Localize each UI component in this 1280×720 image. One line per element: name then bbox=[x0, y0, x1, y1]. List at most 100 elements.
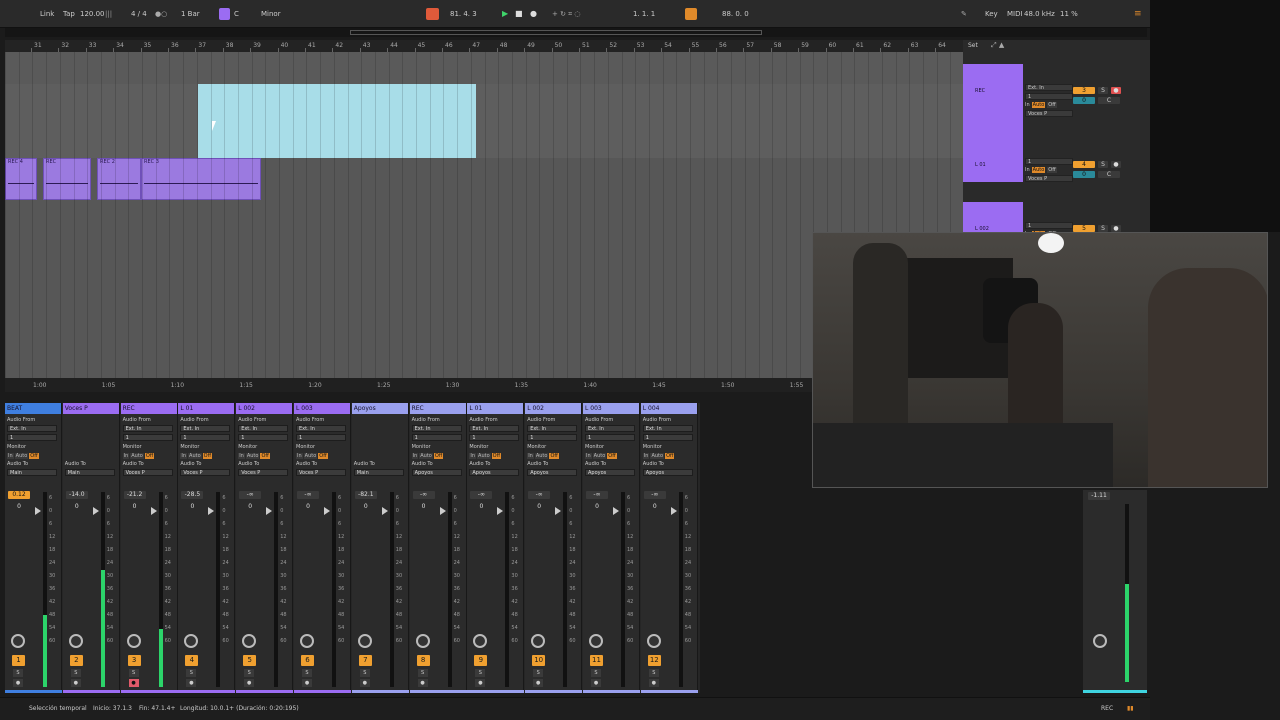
send-knob[interactable] bbox=[357, 634, 372, 648]
input-channel-select[interactable]: 1 bbox=[469, 434, 520, 441]
pan-field[interactable]: 0 bbox=[239, 503, 261, 511]
monitor-in[interactable]: In bbox=[7, 453, 14, 459]
input-channel-select[interactable]: 1 bbox=[238, 434, 289, 441]
track-activator-button[interactable]: 2 bbox=[69, 655, 83, 666]
volume-field[interactable]: -∞ bbox=[528, 491, 551, 499]
pan-field[interactable]: 0 bbox=[355, 503, 377, 511]
fader-handle[interactable] bbox=[670, 507, 677, 515]
output-select[interactable]: Apoyos bbox=[411, 469, 462, 476]
scale-select[interactable]: Minor bbox=[261, 9, 281, 19]
volume-field[interactable]: -∞ bbox=[470, 491, 493, 499]
solo-button[interactable]: S bbox=[302, 669, 312, 677]
pan-field[interactable]: 0 bbox=[470, 503, 492, 511]
pan-field[interactable]: 0 bbox=[413, 503, 435, 511]
monitor-off[interactable]: Off bbox=[29, 453, 39, 459]
track-activator-button[interactable]: 4 bbox=[185, 655, 199, 666]
key-select[interactable]: C bbox=[234, 9, 239, 19]
track-volume[interactable]: 0 bbox=[1073, 171, 1095, 178]
input-type-select[interactable]: Ext. In bbox=[411, 425, 462, 432]
fader-handle[interactable] bbox=[381, 507, 388, 515]
track-activator-button[interactable]: 12 bbox=[647, 655, 661, 666]
track-activator-button[interactable]: 7 bbox=[358, 655, 372, 666]
monitor-auto[interactable]: Auto bbox=[245, 453, 260, 459]
input-channel-select[interactable]: 1 bbox=[180, 434, 231, 441]
fader-handle[interactable] bbox=[497, 507, 504, 515]
record-arm-icon[interactable]: ● bbox=[417, 679, 428, 687]
input-type-select[interactable]: Ext. In bbox=[296, 425, 346, 432]
pan-field[interactable]: 0 bbox=[124, 503, 146, 511]
monitor-in[interactable]: In bbox=[238, 453, 245, 459]
record-arm-icon[interactable]: ● bbox=[648, 679, 659, 687]
output-select[interactable]: Apoyos bbox=[527, 469, 578, 476]
track-pan[interactable]: C bbox=[1098, 97, 1120, 104]
track-activator-button[interactable]: 6 bbox=[301, 655, 314, 666]
fader-handle[interactable] bbox=[92, 507, 99, 515]
track-title-bar[interactable]: L 002 bbox=[525, 403, 582, 414]
track-title-bar[interactable]: REC bbox=[120, 403, 177, 414]
send-knob[interactable] bbox=[589, 634, 603, 648]
monitor-auto[interactable]: Auto bbox=[14, 453, 29, 459]
output-select[interactable]: Apoyos bbox=[642, 469, 693, 476]
solo-button[interactable]: S bbox=[591, 669, 601, 677]
monitor-off[interactable]: Off bbox=[491, 453, 502, 459]
monitor-off[interactable]: Off bbox=[549, 453, 559, 459]
pan-field[interactable]: 0 bbox=[181, 503, 203, 511]
track-activator-button[interactable]: 5 bbox=[243, 655, 257, 666]
audio-clip[interactable]: REC bbox=[43, 158, 91, 200]
monitor-off[interactable]: Off bbox=[1047, 102, 1057, 108]
solo-button[interactable]: S bbox=[1098, 87, 1108, 94]
input-type-select[interactable]: Ext. In bbox=[642, 425, 693, 432]
tempo-field[interactable]: 120.00 bbox=[80, 9, 105, 19]
pin-icon[interactable]: ⤢ ▲ bbox=[991, 41, 1004, 50]
monitor-off[interactable]: Off bbox=[260, 453, 270, 459]
record-arm-icon[interactable]: ● bbox=[1111, 225, 1121, 232]
pan-field[interactable]: 0 bbox=[66, 503, 88, 511]
record-status-label[interactable]: REC bbox=[1101, 705, 1113, 712]
audio-clip[interactable]: REC 3 bbox=[141, 158, 261, 200]
record-arm-icon[interactable]: ● bbox=[70, 679, 81, 687]
track-pan[interactable]: C bbox=[1098, 171, 1120, 178]
monitor-auto[interactable]: Auto bbox=[1031, 167, 1046, 173]
input-type-select[interactable]: Ext. In bbox=[1025, 84, 1073, 91]
record-arm-icon[interactable]: ● bbox=[302, 679, 312, 687]
track-number[interactable]: 5 bbox=[1073, 225, 1095, 232]
monitor-in[interactable]: In bbox=[1025, 167, 1030, 173]
song-position-field[interactable]: 81. 4. 3 bbox=[450, 9, 477, 19]
fader-handle[interactable] bbox=[35, 507, 41, 515]
fader-handle[interactable] bbox=[266, 507, 273, 515]
monitor-auto[interactable]: Auto bbox=[419, 453, 433, 459]
pan-field[interactable]: 0 bbox=[644, 503, 666, 511]
track-title-bar[interactable]: L 004 bbox=[640, 403, 697, 414]
input-type-select[interactable]: Ext. In bbox=[469, 425, 520, 432]
record-arm-icon[interactable]: ● bbox=[186, 679, 197, 687]
volume-field[interactable]: -∞ bbox=[297, 491, 319, 499]
send-knob[interactable] bbox=[242, 634, 257, 648]
volume-field[interactable]: -28.5 bbox=[181, 491, 204, 499]
pan-field[interactable]: 0 bbox=[528, 503, 550, 511]
solo-button[interactable]: S bbox=[13, 669, 23, 677]
monitor-in[interactable]: In bbox=[585, 453, 592, 459]
monitor-off[interactable]: Off bbox=[433, 453, 444, 459]
send-knob[interactable] bbox=[415, 634, 430, 648]
track-number[interactable]: 4 bbox=[1073, 161, 1095, 168]
track-title-bar[interactable]: L 01 bbox=[178, 403, 235, 414]
beat-time-ruler[interactable]: 31 32 33 34 35 36 37 38 39 40 41 42 43 44 45 46 47 48 49 50… bbox=[5, 40, 963, 52]
solo-button[interactable]: S bbox=[186, 669, 197, 677]
arrangement-tools-icon[interactable]: + ↻ ⌗ ◌ bbox=[552, 9, 580, 19]
volume-field[interactable]: 0.12 bbox=[8, 491, 30, 499]
solo-button[interactable]: S bbox=[359, 669, 370, 677]
loop-length-field[interactable]: 88. 0. 0 bbox=[722, 9, 749, 19]
send-knob[interactable] bbox=[11, 634, 25, 648]
output-select[interactable]: Voces P bbox=[1025, 110, 1073, 117]
record-arm-icon[interactable]: ● bbox=[244, 679, 255, 687]
fader-handle[interactable] bbox=[613, 507, 619, 515]
input-channel-select[interactable]: 1 bbox=[1025, 222, 1073, 229]
output-select[interactable]: Voces P bbox=[238, 469, 289, 476]
menu-icon[interactable]: ≡ bbox=[1134, 9, 1142, 19]
main-pan-knob[interactable] bbox=[1093, 634, 1107, 648]
record-arm-icon[interactable]: ● bbox=[533, 679, 544, 687]
monitor-in[interactable]: In bbox=[469, 453, 477, 459]
track-title-bar[interactable]: L 003 bbox=[294, 403, 350, 414]
loop-start-field[interactable]: 1. 1. 1 bbox=[633, 9, 655, 19]
fader-handle[interactable] bbox=[150, 507, 157, 515]
